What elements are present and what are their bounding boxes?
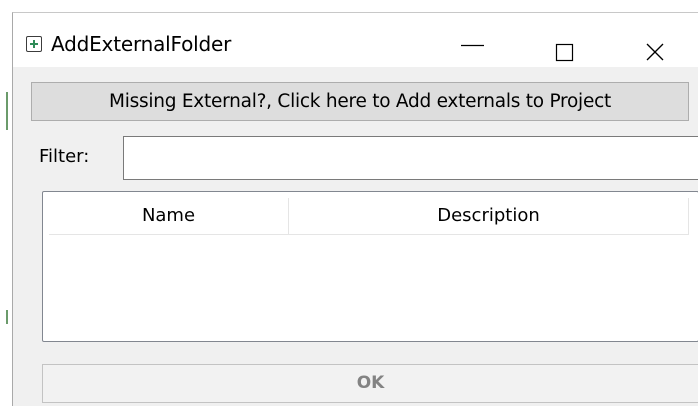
minimize-button[interactable]: [453, 23, 499, 67]
list-body[interactable]: [49, 235, 689, 335]
column-header-name[interactable]: Name: [49, 198, 289, 234]
window-title: AddExternalFolder: [51, 32, 232, 56]
plus-square-icon: [26, 36, 42, 52]
add-external-folder-dialog: AddExternalFolder Missing External?, Cli…: [12, 12, 698, 406]
list-header: Name Description: [49, 198, 689, 235]
maximize-icon: [555, 43, 574, 62]
maximize-button[interactable]: [541, 23, 587, 67]
close-icon: [646, 43, 664, 61]
filter-label: Filter:: [39, 146, 90, 167]
background-window-edge: [6, 92, 8, 130]
ok-button[interactable]: OK: [42, 364, 698, 403]
title-bar[interactable]: AddExternalFolder: [13, 13, 698, 67]
externals-list[interactable]: Name Description: [42, 191, 698, 342]
add-externals-button[interactable]: Missing External?, Click here to Add ext…: [31, 82, 689, 121]
close-button[interactable]: [635, 23, 681, 67]
filter-input[interactable]: [123, 136, 698, 180]
column-header-description[interactable]: Description: [289, 198, 689, 234]
background-window-edge: [6, 310, 8, 324]
minimize-icon: [461, 44, 484, 47]
